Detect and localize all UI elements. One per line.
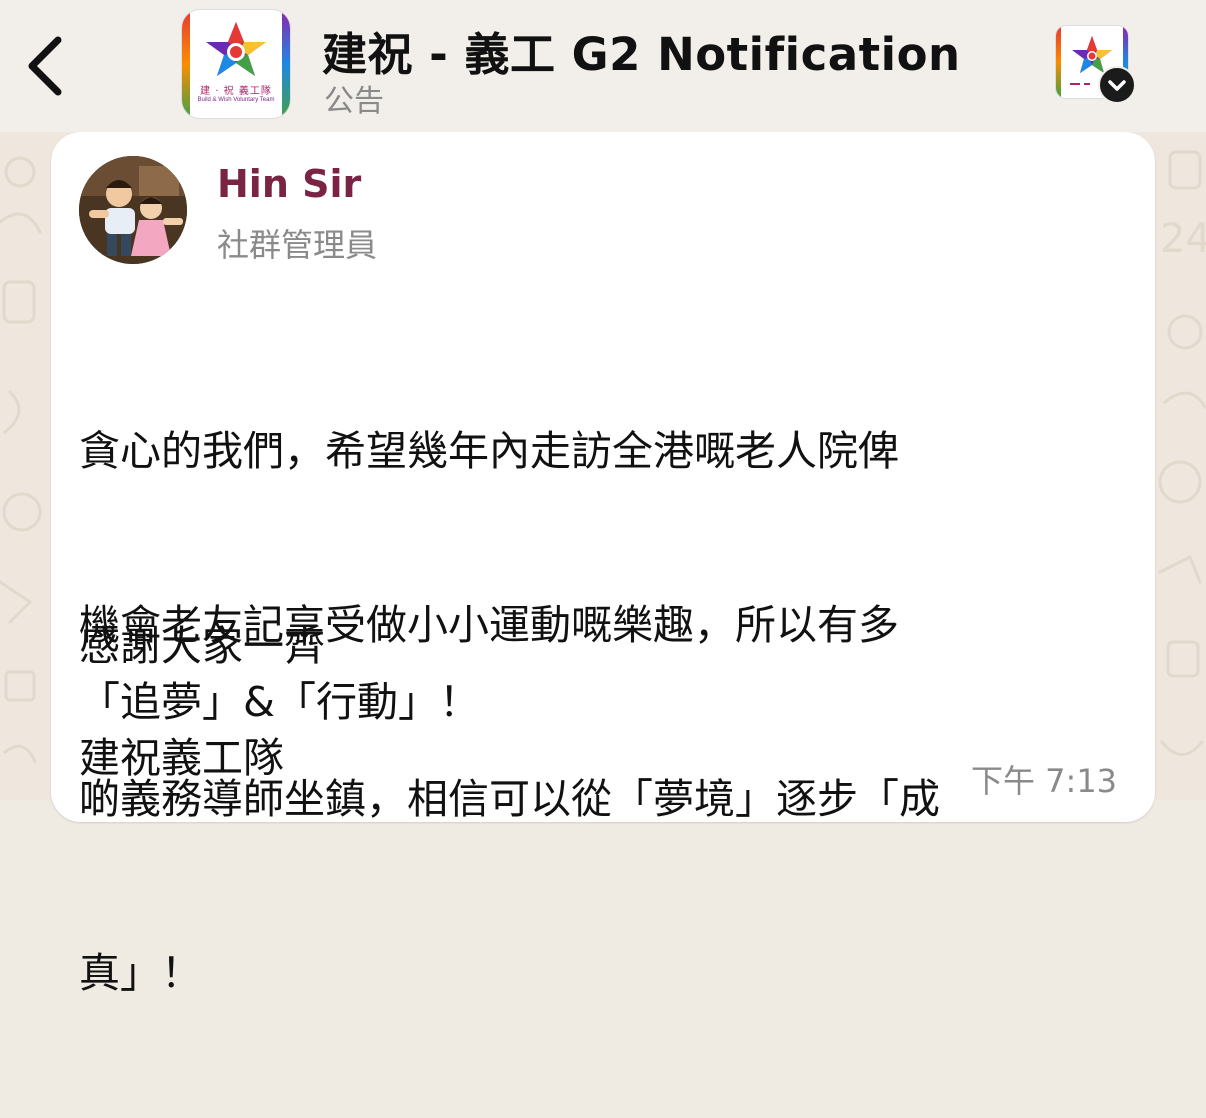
message-line: 感謝大家一齊 — [79, 622, 325, 670]
chat-subtitle: 公告 — [324, 84, 384, 119]
svg-text:24: 24 — [1160, 216, 1206, 262]
message-line: 建祝義工隊 — [79, 734, 284, 782]
message-closing: 感謝大家一齊 「追夢」&「行動」！ 建祝義工隊 — [79, 618, 480, 786]
message-line: 真」！ — [79, 949, 202, 997]
sender-role: 社群管理員 — [217, 226, 378, 264]
star-logo-icon — [206, 22, 266, 76]
message-line: 「追夢」&「行動」！ — [79, 678, 480, 726]
chevron-down-badge[interactable] — [1098, 66, 1136, 104]
logo-name-en: Build & Wish Voluntary Team — [197, 97, 275, 103]
group-avatar[interactable]: 建 · 祝 義工隊 Build & Wish Voluntary Team — [182, 10, 290, 118]
chat-title[interactable]: 建祝 - 義工 G2 Notification — [322, 18, 961, 83]
chevron-left-icon — [28, 36, 62, 96]
logo-name-zh: 建 · 祝 義工隊 — [200, 86, 272, 97]
announcement-message[interactable]: Hin Sir 社群管理員 貪心的我們，希望幾年內走訪全港嘅老人院俾 機會老友記… — [51, 132, 1155, 997]
avatar-photo — [79, 156, 187, 264]
message-line: 貪心的我們，希望幾年內走訪全港嘅老人院俾 — [79, 427, 899, 475]
group-profile-button[interactable] — [1056, 26, 1136, 104]
sender-name[interactable]: Hin Sir — [217, 162, 361, 206]
rainbow-bar — [1056, 26, 1061, 98]
back-button[interactable] — [18, 30, 78, 100]
chat-header: 建 · 祝 義工隊 Build & Wish Voluntary Team 建祝… — [0, 0, 1206, 132]
sender-avatar[interactable] — [79, 156, 187, 264]
message-time: 下午 7:13 — [971, 762, 1118, 800]
chevron-down-icon — [1108, 80, 1126, 91]
